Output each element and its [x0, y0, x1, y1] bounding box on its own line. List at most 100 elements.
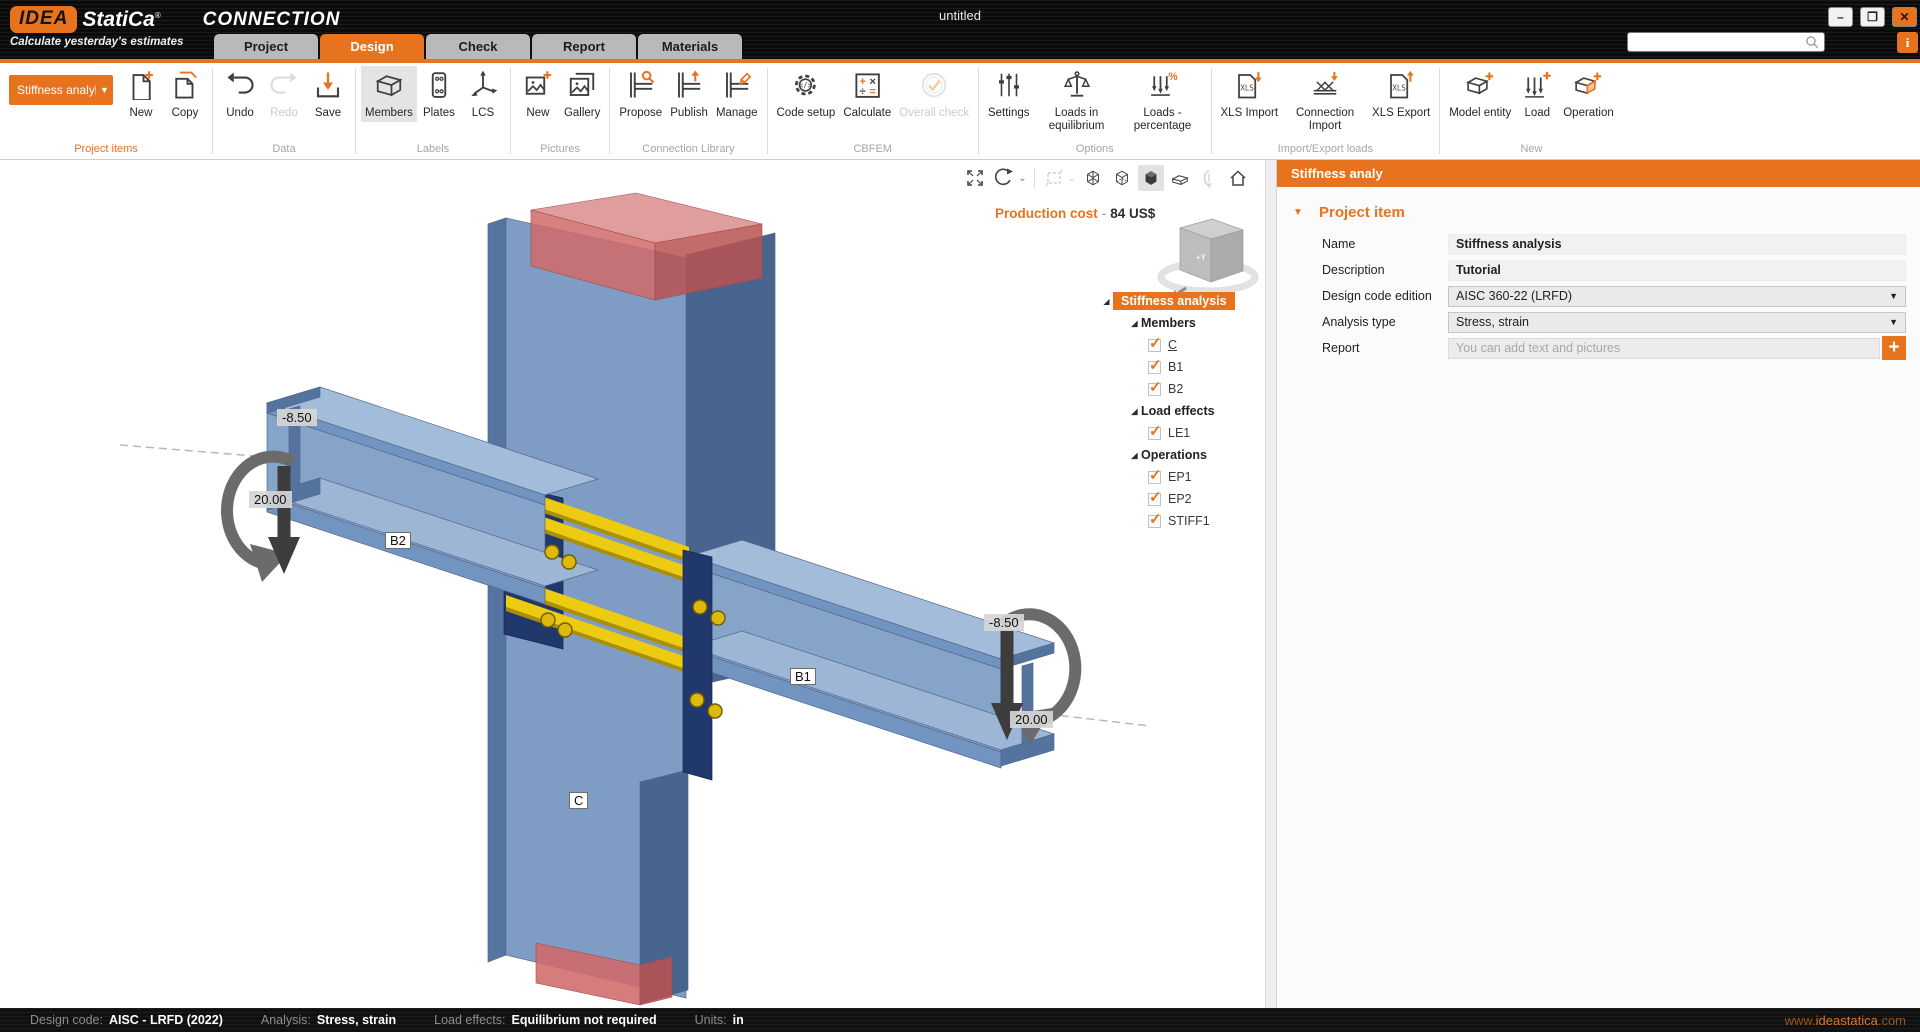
copy-project-item-button[interactable]: Copy — [163, 66, 207, 122]
group-label: Import/Export loads — [1212, 143, 1440, 159]
lcs-button[interactable]: LCS — [461, 66, 505, 122]
new-project-item-button[interactable]: New — [119, 66, 163, 122]
tree-root-row[interactable]: ◢ Stiffness analysis — [1100, 290, 1265, 312]
tree-item-c[interactable]: C — [1100, 334, 1265, 356]
expander-icon[interactable]: ◢ — [1128, 319, 1141, 328]
tab-report[interactable]: Report — [532, 34, 636, 59]
calculate-button[interactable]: +×÷= Calculate — [839, 66, 895, 122]
checkbox-checked[interactable] — [1148, 427, 1161, 440]
solid-view-button[interactable] — [1138, 165, 1164, 191]
load-add-button[interactable]: Load — [1515, 66, 1559, 122]
expander-icon[interactable]: ◢ — [1100, 297, 1113, 306]
tree-item-ep1[interactable]: EP1 — [1100, 466, 1265, 488]
section-project-item[interactable]: ▼ Project item — [1293, 199, 1906, 225]
tree-item-stiff1[interactable]: STIFF1 — [1100, 510, 1265, 532]
model-viewport[interactable]: +Y -8.50 20.00 B2 -8.50 20.00 B1 C ⌄ ⌄ — [0, 160, 1265, 1008]
website-link[interactable]: www.ideastatica.com — [1785, 1013, 1906, 1028]
design-code-dropdown[interactable]: AISC 360-22 (LRFD)▼ — [1448, 286, 1906, 307]
group-label: Labels — [356, 143, 510, 159]
operation-add-button[interactable]: Operation — [1559, 66, 1618, 122]
propose-button[interactable]: Propose — [615, 66, 666, 122]
tab-check[interactable]: Check — [426, 34, 530, 59]
tab-project[interactable]: Project — [214, 34, 318, 59]
close-button[interactable]: ✕ — [1892, 7, 1917, 27]
members-labels-button[interactable]: Members — [361, 66, 417, 122]
beam-b1-member[interactable] — [689, 540, 1054, 768]
view-cube[interactable]: +Y — [1161, 219, 1255, 301]
chevron-down-icon[interactable]: ⌄ — [1018, 173, 1026, 184]
tab-design[interactable]: Design — [320, 34, 424, 59]
checkbox-checked[interactable] — [1148, 471, 1161, 484]
report-field[interactable]: You can add text and pictures — [1448, 338, 1880, 359]
xls-import-button[interactable]: XLS XLS Import — [1217, 66, 1283, 122]
transparent-view-button[interactable] — [1167, 165, 1193, 191]
checkbox-checked[interactable] — [1148, 339, 1161, 352]
tree-section-load-effects[interactable]: ◢ Load effects — [1100, 400, 1265, 422]
checkbox-checked[interactable] — [1148, 493, 1161, 506]
name-field[interactable]: Stiffness analysis — [1448, 234, 1906, 255]
svg-text:XLS: XLS — [1241, 84, 1255, 93]
picture-add-icon — [523, 70, 553, 105]
connection-import-button[interactable]: Connection Import — [1282, 66, 1368, 135]
overall-check-button[interactable]: Overall check — [895, 66, 973, 122]
tree-item-b2[interactable]: B2 — [1100, 378, 1265, 400]
tree-item-ep2[interactable]: EP2 — [1100, 488, 1265, 510]
xls-export-button[interactable]: XLS XLS Export — [1368, 66, 1434, 122]
status-bar: Design code:AISC - LRFD (2022) Analysis:… — [0, 1008, 1920, 1032]
description-field[interactable]: Tutorial — [1448, 260, 1906, 281]
hidden-lines-view-button[interactable] — [1109, 165, 1135, 191]
brand: IDEA StatiCa® CONNECTION — [10, 6, 340, 33]
end-plate-right[interactable] — [683, 550, 712, 780]
ribbon-group-new: Model entity Load Operation New — [1440, 63, 1623, 159]
code-setup-button[interactable]: </> Code setup — [773, 66, 840, 122]
loads-in-equilibrium-button[interactable]: Loads in equilibrium — [1034, 66, 1120, 135]
connection-search-icon — [626, 70, 656, 105]
section-clip-button[interactable] — [1041, 165, 1067, 191]
checkbox-checked[interactable] — [1148, 515, 1161, 528]
sliders-icon — [994, 70, 1024, 105]
redo-button[interactable]: Redo — [262, 66, 306, 122]
maximize-button[interactable]: ❐ — [1860, 7, 1885, 27]
settings-button[interactable]: Settings — [984, 66, 1034, 122]
undo-button[interactable]: Undo — [218, 66, 262, 122]
panel-splitter[interactable] — [1265, 160, 1277, 1008]
xls-upload-icon: XLS — [1386, 70, 1416, 105]
xls-download-icon: XLS — [1234, 70, 1264, 105]
add-report-content-button[interactable]: + — [1882, 336, 1906, 360]
wireframe-view-button[interactable] — [1080, 165, 1106, 191]
zoom-fit-button[interactable] — [962, 165, 988, 191]
chevron-down-icon: ▼ — [1889, 317, 1898, 327]
gallery-button[interactable]: Gallery — [560, 66, 604, 122]
tree-item-b1[interactable]: B1 — [1100, 356, 1265, 378]
orbit-button[interactable] — [991, 165, 1017, 191]
save-button[interactable]: Save — [306, 66, 350, 122]
checkbox-checked[interactable] — [1148, 361, 1161, 374]
search-box[interactable] — [1627, 32, 1825, 52]
expander-icon[interactable]: ◢ — [1128, 407, 1141, 416]
publish-button[interactable]: Publish — [666, 66, 712, 122]
project-item-selector[interactable]: Stiffness analysis ▼ — [9, 75, 113, 105]
rotate-member-button[interactable] — [1196, 165, 1222, 191]
checkbox-checked[interactable] — [1148, 383, 1161, 396]
tab-materials[interactable]: Materials — [638, 34, 742, 59]
model-entity-button[interactable]: Model entity — [1445, 66, 1515, 122]
loads-percentage-button[interactable]: % Loads - percentage — [1120, 66, 1206, 135]
member-label-b2[interactable]: B2 — [385, 532, 411, 549]
minimize-button[interactable]: – — [1828, 7, 1853, 27]
tree-section-operations[interactable]: ◢ Operations — [1100, 444, 1265, 466]
plates-labels-button[interactable]: Plates — [417, 66, 461, 122]
manage-button[interactable]: Manage — [712, 66, 762, 122]
expander-icon[interactable]: ◢ — [1128, 451, 1141, 460]
model-3d-scene[interactable]: +Y — [0, 160, 1265, 1008]
search-input[interactable] — [1628, 35, 1805, 49]
home-view-button[interactable] — [1225, 165, 1251, 191]
new-picture-button[interactable]: New — [516, 66, 560, 122]
info-button[interactable]: i — [1897, 32, 1918, 53]
analysis-type-dropdown[interactable]: Stress, strain▼ — [1448, 312, 1906, 333]
tree-section-members[interactable]: ◢ Members — [1100, 312, 1265, 334]
chevron-down-icon[interactable]: ⌄ — [1068, 173, 1076, 184]
collapse-triangle-icon[interactable]: ▼ — [1293, 207, 1319, 218]
member-label-b1[interactable]: B1 — [790, 668, 816, 685]
tree-item-le1[interactable]: LE1 — [1100, 422, 1265, 444]
member-label-c[interactable]: C — [569, 792, 588, 809]
